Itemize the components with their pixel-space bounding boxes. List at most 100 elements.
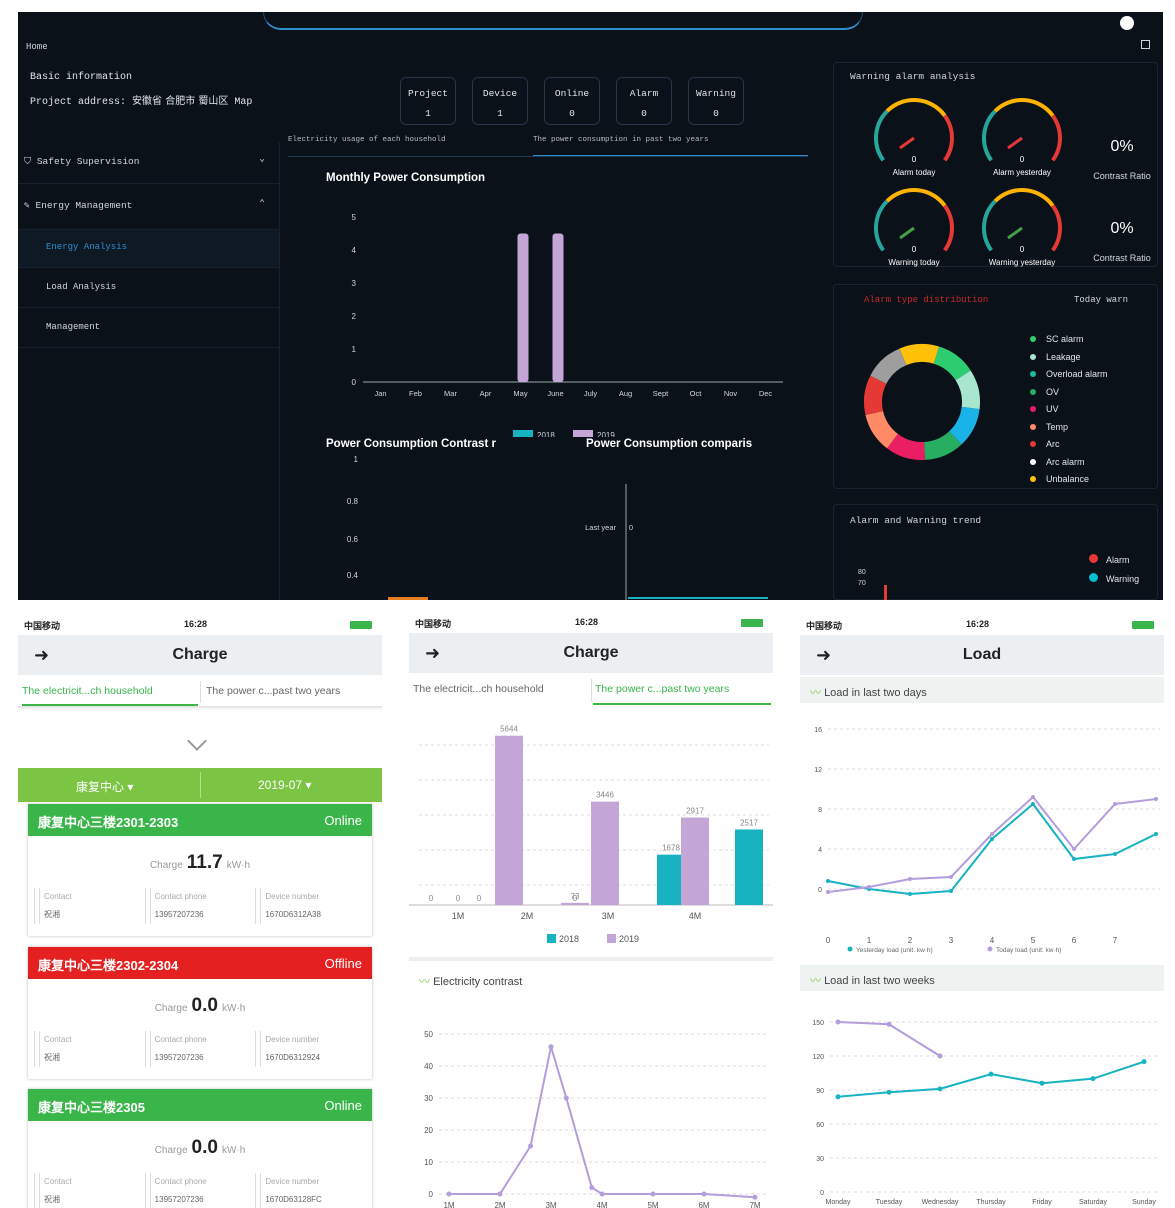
- warning-panel: Warning alarm analysis 0 Alarm today 0 Alar…: [833, 62, 1158, 267]
- x-tick-label: Wednesday: [922, 1199, 959, 1206]
- bar-2018: [657, 854, 685, 905]
- data-label: 2917: [686, 806, 704, 815]
- data-point: [949, 875, 953, 879]
- y-tick-label: 0: [820, 1190, 824, 1197]
- legend-label: Temp: [1046, 421, 1069, 432]
- data-point: [886, 1021, 892, 1027]
- section-title: Load in last two days: [824, 687, 927, 699]
- data-point: [990, 832, 994, 836]
- sidebar-item-energy[interactable]: ✎ Energy Management ⌃: [18, 184, 279, 230]
- clock: 16:28: [575, 617, 599, 627]
- legend-dot: [1030, 336, 1036, 342]
- alarm-legend-item[interactable]: Temp: [1030, 419, 1108, 437]
- legend-dot: [1030, 371, 1036, 377]
- stat-box-project[interactable]: Project 1: [400, 77, 456, 125]
- x-tick-label: 3: [949, 936, 954, 945]
- alarm-legend-item[interactable]: Overload alarm: [1030, 366, 1108, 384]
- device-card[interactable]: 康复中心三楼2301-2303 Online Charge 11.7 kW·h Conta…: [28, 804, 372, 936]
- stat-label: Alarm: [629, 88, 659, 99]
- contrast-ratio-value: 0%: [1110, 138, 1133, 155]
- tab-two-years[interactable]: The power c...past two years: [595, 683, 771, 695]
- carrier: 中国移动: [24, 621, 61, 631]
- stat-box-device[interactable]: Device 1: [472, 77, 528, 125]
- tab-two-years[interactable]: The power c...past two years: [206, 685, 382, 697]
- submenu-energy-analysis[interactable]: Energy Analysis: [18, 230, 279, 268]
- alarm-legend-item[interactable]: OV: [1030, 384, 1108, 402]
- x-tick-label: 7: [1113, 936, 1118, 945]
- data-label: 0: [456, 894, 461, 903]
- y-tick-label: 0.8: [347, 497, 359, 506]
- alarm-legend-item[interactable]: SC alarm: [1030, 331, 1108, 349]
- data-point: [835, 1094, 841, 1100]
- sidebar-item-safety[interactable]: ⛉ Safety Supervision ⌄: [18, 142, 279, 184]
- nav-bar: ➜ Charge: [18, 635, 382, 675]
- data-line: [837, 1021, 941, 1057]
- x-tick-label: Monday: [826, 1199, 851, 1206]
- stat-box-warning[interactable]: Warning 0: [688, 77, 744, 125]
- alarm-legend-item[interactable]: Unbalance: [1030, 471, 1108, 489]
- data-label: 2517: [740, 818, 758, 827]
- alarm-legend-item[interactable]: Arc: [1030, 436, 1108, 454]
- y-tick-label: 50: [424, 1030, 433, 1039]
- tab-household[interactable]: Electricity usage of each household: [288, 136, 446, 144]
- tab-household[interactable]: The electricit...ch household: [22, 685, 200, 697]
- y-tick-label: 0: [429, 1190, 434, 1199]
- legend-dot: [987, 946, 993, 952]
- data-point: [589, 1185, 595, 1191]
- gauge-arc: [1051, 114, 1062, 162]
- submenu-load-analysis[interactable]: Load Analysis: [18, 268, 279, 308]
- data-point: [650, 1191, 656, 1197]
- tab-household[interactable]: The electricit...ch household: [413, 683, 591, 695]
- data-point: [548, 1044, 554, 1050]
- x-tick-label: Feb: [409, 389, 422, 398]
- submenu-management[interactable]: Management: [18, 308, 279, 348]
- gauges: 0 Alarm today 0 Alarm yesterday 0 Warning tod…: [874, 98, 1151, 267]
- gauge-value: 0: [1020, 245, 1025, 254]
- charge-unit: kW·h: [221, 1003, 246, 1014]
- stat-box-online[interactable]: Online 0: [544, 77, 600, 125]
- data-point: [908, 892, 912, 896]
- energy-dashboard: Home Basic information Project address: …: [18, 12, 1163, 600]
- chevron-down-icon[interactable]: [187, 731, 207, 751]
- data-point: [1090, 1076, 1096, 1082]
- device-number-value: 1670D6312924: [260, 1049, 366, 1067]
- data-line: [827, 795, 1157, 893]
- legend-dot: [1030, 441, 1036, 447]
- device-number-value: 1670D63128FC: [260, 1191, 366, 1208]
- map-link[interactable]: Map: [234, 97, 252, 108]
- alarm-legend-item[interactable]: Arc alarm: [1030, 454, 1108, 472]
- stat-box-alarm[interactable]: Alarm 0: [616, 77, 672, 125]
- y-tick-label: 20: [424, 1126, 433, 1135]
- charge-unit: kW·h: [221, 1145, 246, 1156]
- tab-today-warn[interactable]: Today warn: [1074, 295, 1128, 305]
- filter-bar: 康复中心 ▾ 2019-07 ▾: [18, 768, 382, 802]
- month-select[interactable]: 2019-07 ▾: [258, 778, 311, 792]
- nav-bar: ➜ Charge: [409, 633, 773, 673]
- gauge-value: 0: [912, 245, 917, 254]
- device-card[interactable]: 康复中心三楼2302-2304 Offline Charge 0.0 kW·h Conta…: [28, 947, 372, 1079]
- x-tick-label: 5M: [647, 1201, 658, 1208]
- chevron-up-icon: ⌃: [259, 198, 265, 209]
- bar-2018: [735, 829, 763, 905]
- contact-value: 祝湘: [39, 906, 145, 924]
- home-breadcrumb[interactable]: Home: [26, 42, 48, 52]
- building-select[interactable]: 康复中心 ▾: [76, 778, 133, 795]
- legend-label: Overload alarm: [1046, 369, 1108, 379]
- page-title: Load: [962, 646, 1002, 663]
- user-avatar[interactable]: [1120, 16, 1134, 30]
- gauge-needle: [1007, 136, 1023, 150]
- y-tick-label: 0: [352, 378, 357, 387]
- x-tick-label: June: [547, 389, 563, 398]
- fullscreen-icon[interactable]: [1141, 40, 1150, 49]
- legend-label: OV: [1046, 386, 1060, 397]
- tab-two-years[interactable]: The power consumption in past two years: [533, 136, 709, 144]
- device-card[interactable]: 康复中心三楼2305 Online Charge 0.0 kW·h Contact 祝湘 Co…: [28, 1089, 372, 1208]
- y-tick-label: 4: [352, 246, 357, 255]
- device-card-header: 康复中心三楼2301-2303 Online: [28, 804, 372, 836]
- device-card-header: 康复中心三楼2302-2304 Offline: [28, 947, 372, 979]
- legend-label: Yesterday load (unit: kw·h): [856, 947, 933, 954]
- alarm-legend-item[interactable]: UV: [1030, 401, 1108, 419]
- data-point: [988, 1071, 994, 1077]
- alarm-legend-item[interactable]: Leakage: [1030, 349, 1108, 367]
- data-point: [1141, 1059, 1147, 1065]
